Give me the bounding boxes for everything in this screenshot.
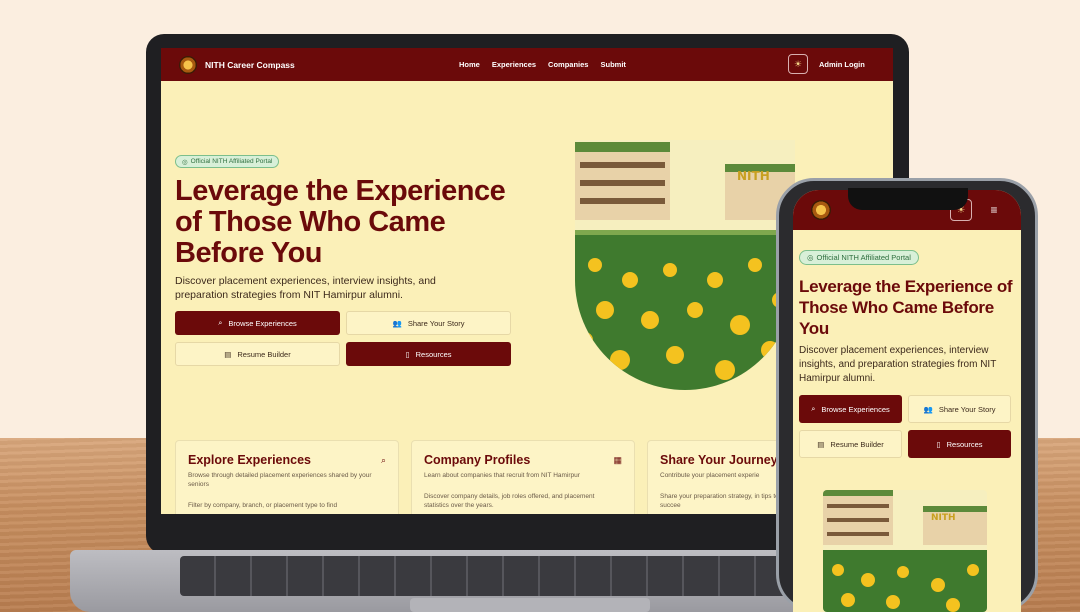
nav-link-home[interactable]: Home — [459, 60, 480, 69]
card-description: Browse through detailed placement experi… — [188, 472, 372, 488]
feature-card-explore[interactable]: Explore Experiences Browse through detai… — [175, 440, 399, 514]
file-icon: ▤ — [224, 349, 232, 359]
book-icon: ▯ — [936, 439, 941, 449]
browse-experiences-label: Browse Experiences — [228, 318, 297, 328]
admin-login-link[interactable]: Admin Login — [819, 60, 865, 69]
laptop-trackpad — [410, 598, 650, 612]
share-story-button[interactable]: 👥 Share Your Story — [346, 311, 511, 335]
campus-sign-text: NITH — [931, 513, 956, 523]
resources-button[interactable]: ▯ Resources — [346, 342, 511, 366]
hero-title: Leverage the Experience of Those Who Cam… — [175, 175, 506, 269]
check-circle-icon: ◎ — [807, 253, 814, 262]
campus-illustration: NITH — [575, 140, 795, 390]
nav-link-companies[interactable]: Companies — [548, 60, 588, 69]
theme-toggle-button[interactable]: ☀ — [788, 54, 808, 74]
hero-title: Leverage the Experience of Those Who Cam… — [799, 277, 1013, 338]
badge-label: Official NITH Affiliated Portal — [190, 158, 273, 165]
resources-button[interactable]: ▯ Resources — [908, 430, 1011, 458]
check-circle-icon: ◎ — [182, 158, 188, 166]
search-icon: ⌕ — [218, 318, 223, 327]
nav-link-experiences[interactable]: Experiences — [492, 60, 536, 69]
resources-label: Resources — [415, 349, 452, 359]
nith-logo-icon[interactable] — [179, 55, 197, 74]
card-title: Company Profiles — [424, 453, 531, 467]
badge-label: Official NITH Affiliated Portal — [816, 253, 911, 262]
card-extra: Discover company details, job roles offe… — [424, 493, 595, 509]
browse-experiences-button[interactable]: ⌕ Browse Experiences — [175, 311, 340, 335]
search-icon: ⌕ — [811, 404, 816, 413]
hero-subtitle: Discover placement experiences, intervie… — [175, 275, 436, 301]
building-icon: ▦ — [613, 455, 622, 465]
phone-notch — [848, 188, 968, 210]
resume-builder-label: Resume Builder — [237, 349, 291, 359]
laptop-keyboard — [180, 556, 880, 596]
campus-sign-text: NITH — [737, 169, 770, 183]
users-icon: 👥 — [923, 404, 933, 414]
feature-card-companies[interactable]: Company Profiles Learn about companies t… — [411, 440, 635, 514]
nav-links: Home Experiences Companies Submit — [459, 60, 626, 69]
search-icon: ⌕ — [380, 455, 386, 465]
card-extra: Filter by company, branch, or placement … — [188, 502, 338, 509]
nav-link-submit[interactable]: Submit — [600, 60, 625, 69]
users-icon: 👥 — [392, 318, 402, 328]
file-icon: ▤ — [817, 439, 825, 449]
resources-label: Resources — [946, 439, 983, 449]
resume-builder-button[interactable]: ▤ Resume Builder — [799, 430, 902, 458]
top-navbar: NITH Career Compass Home Experiences Com… — [161, 48, 893, 81]
share-story-label: Share Your Story — [407, 318, 465, 328]
book-icon: ▯ — [405, 349, 410, 359]
hero-subtitle: Discover placement experiences, intervie… — [799, 345, 997, 384]
hamburger-menu-button[interactable]: ≡ — [983, 199, 1005, 221]
browse-experiences-button[interactable]: ⌕ Browse Experiences — [799, 395, 902, 423]
hamburger-icon: ≡ — [990, 203, 998, 217]
phone-screen: ☀ ≡ ◎ Official NITH Affiliated Portal Le… — [793, 190, 1021, 612]
affiliation-badge: ◎ Official NITH Affiliated Portal — [175, 155, 280, 168]
brand-name[interactable]: NITH Career Compass — [205, 60, 295, 70]
nith-logo-icon[interactable] — [811, 200, 831, 220]
share-story-label: Share Your Story — [938, 404, 996, 414]
campus-illustration: NITH — [823, 490, 987, 612]
affiliation-badge: ◎ Official NITH Affiliated Portal — [799, 250, 919, 265]
browse-experiences-label: Browse Experiences — [821, 404, 890, 414]
resume-builder-label: Resume Builder — [830, 439, 884, 449]
card-title: Explore Experiences — [188, 453, 311, 467]
sun-icon: ☀ — [793, 58, 803, 69]
card-description: Learn about companies that recruit from … — [424, 472, 580, 479]
share-story-button[interactable]: 👥 Share Your Story — [908, 395, 1011, 423]
resume-builder-button[interactable]: ▤ Resume Builder — [175, 342, 340, 366]
